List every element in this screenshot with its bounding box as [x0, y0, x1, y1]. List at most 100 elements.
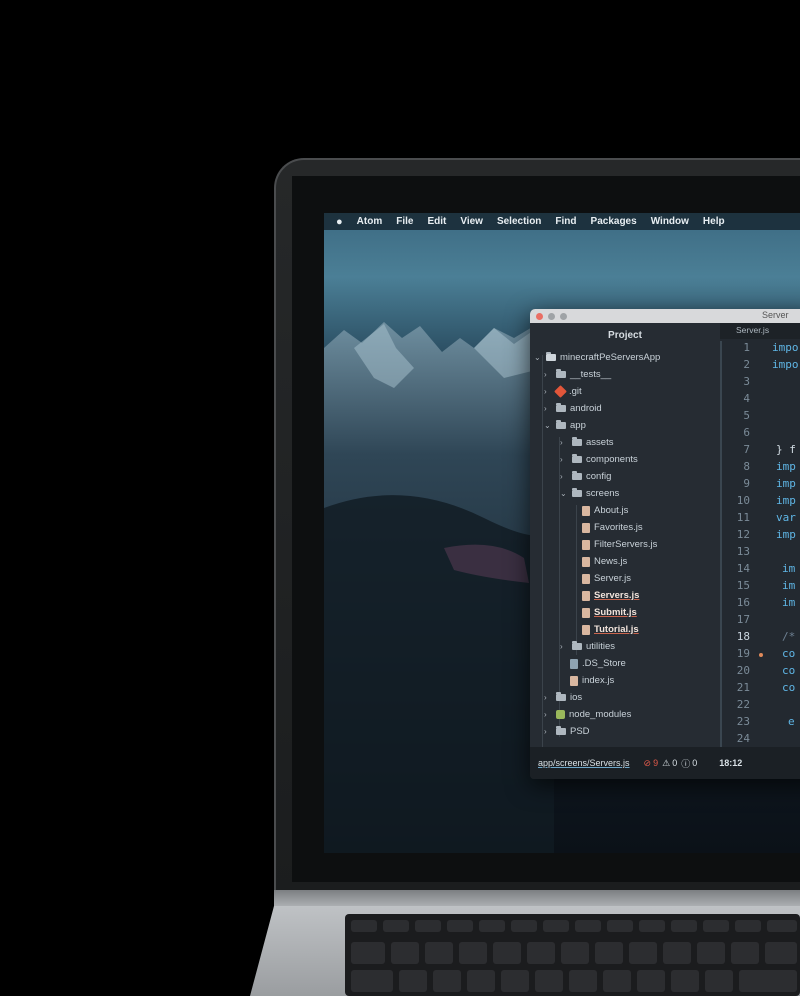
js-file-icon	[582, 607, 590, 618]
line-number: 17	[736, 613, 750, 626]
folder-icon	[556, 403, 566, 412]
menu-file[interactable]: File	[396, 216, 413, 227]
close-window-icon[interactable]	[536, 313, 543, 320]
line-number-active: 18	[736, 630, 750, 643]
menu-bar: ● Atom File Edit View Selection Find Pac…	[324, 213, 800, 230]
line-number: 19	[736, 647, 750, 660]
code-line-16: im	[782, 596, 796, 609]
line-number: 6	[743, 426, 750, 439]
minimize-window-icon[interactable]	[548, 313, 555, 320]
code-line-12: imp	[776, 528, 796, 541]
code-line-21: co	[782, 681, 796, 694]
tree-item-psd[interactable]: › PSD	[544, 723, 590, 740]
code-line-9: imp	[776, 477, 796, 490]
js-file-icon	[582, 556, 590, 567]
tree-file-server[interactable]: Server.js	[582, 570, 631, 587]
code-line-19: co	[782, 647, 796, 660]
line-number: 21	[736, 681, 750, 694]
menu-edit[interactable]: Edit	[427, 216, 446, 227]
tree-item-assets[interactable]: › assets	[560, 434, 613, 451]
js-file-icon	[582, 522, 590, 533]
error-icon: ⊘	[643, 757, 652, 768]
tree-item-tests[interactable]: › __tests__	[544, 366, 611, 383]
tree-file-filterservers[interactable]: FilterServers.js	[582, 536, 657, 553]
code-line-1: impo	[772, 341, 799, 354]
zoom-window-icon[interactable]	[560, 313, 567, 320]
menu-view[interactable]: View	[460, 216, 483, 227]
mountain-wallpaper	[324, 322, 554, 853]
tab-server-js[interactable]: Server.js	[736, 325, 769, 335]
status-cursor-position[interactable]: 18:12	[719, 758, 742, 768]
menu-find[interactable]: Find	[555, 216, 576, 227]
atom-editor-window: Server Project ⌄ minecraftPeServersApp ›…	[530, 309, 800, 779]
code-line-15: im	[782, 579, 796, 592]
line-number: 24	[736, 732, 750, 745]
code-line-7: } f	[776, 443, 796, 456]
line-number: 23	[736, 715, 750, 728]
git-modified-marker-icon	[759, 653, 763, 657]
tree-file-about[interactable]: About.js	[582, 502, 628, 519]
tree-item-utilities[interactable]: › utilities	[560, 638, 615, 655]
status-file-path[interactable]: app/screens/Servers.js	[538, 758, 630, 768]
folder-icon	[572, 641, 582, 650]
code-line-10: imp	[776, 494, 796, 507]
line-number: 11	[736, 511, 750, 524]
folder-open-icon	[572, 488, 582, 497]
folder-icon	[556, 369, 566, 378]
tree-item-config[interactable]: › config	[560, 468, 611, 485]
window-title: Server	[762, 310, 789, 320]
status-warning-count[interactable]: 0	[672, 758, 677, 768]
menu-window[interactable]: Window	[651, 216, 689, 227]
file-icon	[570, 658, 578, 669]
folder-icon	[572, 454, 582, 463]
tree-view-title: Project	[608, 329, 642, 341]
tree-file-index[interactable]: index.js	[570, 672, 614, 689]
line-number: 9	[743, 477, 750, 490]
tree-item-git[interactable]: › .git	[544, 383, 582, 400]
line-number: 4	[743, 392, 750, 405]
tab-bar: Server.js	[720, 323, 800, 339]
tree-file-news[interactable]: News.js	[582, 553, 627, 570]
tree-item-node-modules[interactable]: › node_modules	[544, 706, 631, 723]
folder-icon	[572, 437, 582, 446]
menu-packages[interactable]: Packages	[591, 216, 637, 227]
menu-help[interactable]: Help	[703, 216, 725, 227]
line-number: 10	[736, 494, 750, 507]
js-file-icon	[582, 505, 590, 516]
code-line-18: /*	[782, 630, 796, 643]
info-icon: ⓘ	[681, 758, 691, 769]
tree-item-ios[interactable]: › ios	[544, 689, 582, 706]
code-line-8: imp	[776, 460, 796, 473]
tree-file-servers[interactable]: Servers.js	[582, 587, 639, 604]
tree-file-ds-store[interactable]: .DS_Store	[570, 655, 626, 672]
tree-item-components[interactable]: › components	[560, 451, 638, 468]
tree-root-folder[interactable]: ⌄ minecraftPeServersApp	[534, 349, 660, 366]
apple-logo-icon[interactable]: ●	[336, 216, 343, 228]
menu-selection[interactable]: Selection	[497, 216, 541, 227]
status-error-count[interactable]: 9	[653, 758, 658, 768]
code-line-14: im	[782, 562, 796, 575]
line-number-gutter: 1 2 3 4 5 6 7 8 9 10 11 12 13 14 15 16 1…	[720, 341, 756, 747]
line-number: 7	[743, 443, 750, 456]
tree-item-app[interactable]: ⌄ app	[544, 417, 586, 434]
tree-file-tutorial[interactable]: Tutorial.js	[582, 621, 639, 638]
code-line-2: impo	[772, 358, 799, 371]
tree-file-favorites[interactable]: Favorites.js	[582, 519, 643, 536]
tree-file-submit[interactable]: Submit.js	[582, 604, 637, 621]
js-file-icon	[570, 675, 578, 686]
code-editor-pane[interactable]: Server.js 1 2 3 4 5 6 7 8 9 10 11 12 13 …	[720, 323, 800, 747]
code-line-20: co	[782, 664, 796, 677]
code-line-11: var	[776, 511, 796, 524]
line-number: 2	[743, 358, 750, 371]
tree-item-android[interactable]: › android	[544, 400, 602, 417]
js-file-icon	[582, 590, 590, 601]
folder-icon	[556, 692, 566, 701]
folder-open-icon	[556, 420, 566, 429]
line-number: 15	[736, 579, 750, 592]
folder-icon	[556, 726, 566, 735]
js-file-icon	[582, 539, 590, 550]
repo-icon	[546, 352, 556, 361]
status-info-count[interactable]: 0	[692, 758, 697, 768]
menu-app-name[interactable]: Atom	[357, 216, 383, 227]
tree-item-screens[interactable]: ⌄ screens	[560, 485, 619, 502]
